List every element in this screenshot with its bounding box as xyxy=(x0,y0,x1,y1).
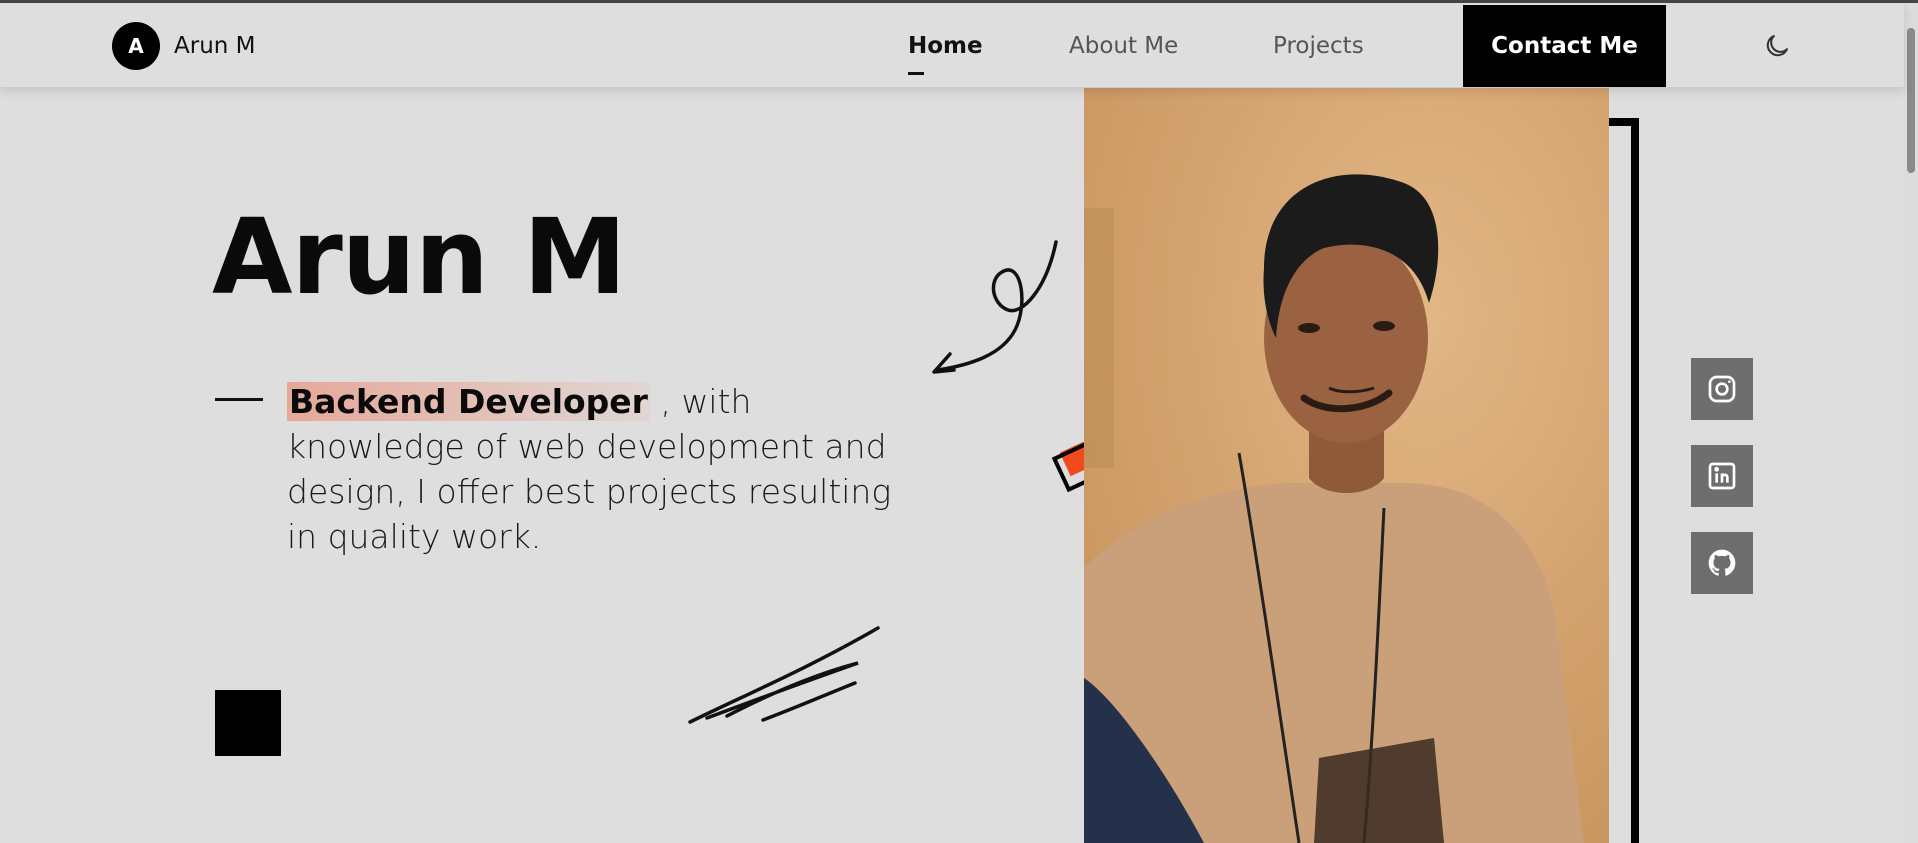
photo-frame xyxy=(1609,118,1639,843)
instagram-icon xyxy=(1708,375,1736,403)
active-link-indicator xyxy=(908,72,924,75)
nav-link-home[interactable]: Home xyxy=(908,33,983,59)
nav-link-about[interactable]: About Me xyxy=(1069,33,1178,59)
nav-link-projects[interactable]: Projects xyxy=(1273,33,1364,59)
scribble-decoration xyxy=(688,626,880,724)
window-top-border xyxy=(0,0,1918,3)
navbar: A Arun M Home About Me Projects Contact … xyxy=(0,3,1904,87)
decorative-square xyxy=(215,690,281,756)
github-button[interactable] xyxy=(1691,532,1753,594)
instagram-button[interactable] xyxy=(1691,358,1753,420)
role-highlight: Backend Developer xyxy=(287,382,650,421)
intro-dash xyxy=(215,398,263,401)
intro-text: Backend Developer , with knowledge of we… xyxy=(287,379,912,559)
scrollbar-thumb[interactable] xyxy=(1907,28,1915,173)
moon-icon[interactable] xyxy=(1762,31,1792,61)
portrait-photo xyxy=(1084,88,1609,843)
logo-name: Arun M xyxy=(174,33,256,59)
github-icon xyxy=(1708,549,1736,576)
page-scrollbar[interactable] xyxy=(1904,3,1918,843)
logo-badge: A xyxy=(112,22,160,70)
linkedin-icon xyxy=(1708,462,1736,490)
linkedin-button[interactable] xyxy=(1691,445,1753,507)
logo[interactable]: A Arun M xyxy=(112,22,256,70)
arrow-squiggle-decoration xyxy=(932,240,1058,374)
contact-button[interactable]: Contact Me xyxy=(1463,5,1666,87)
hero-title: Arun M xyxy=(212,196,627,318)
